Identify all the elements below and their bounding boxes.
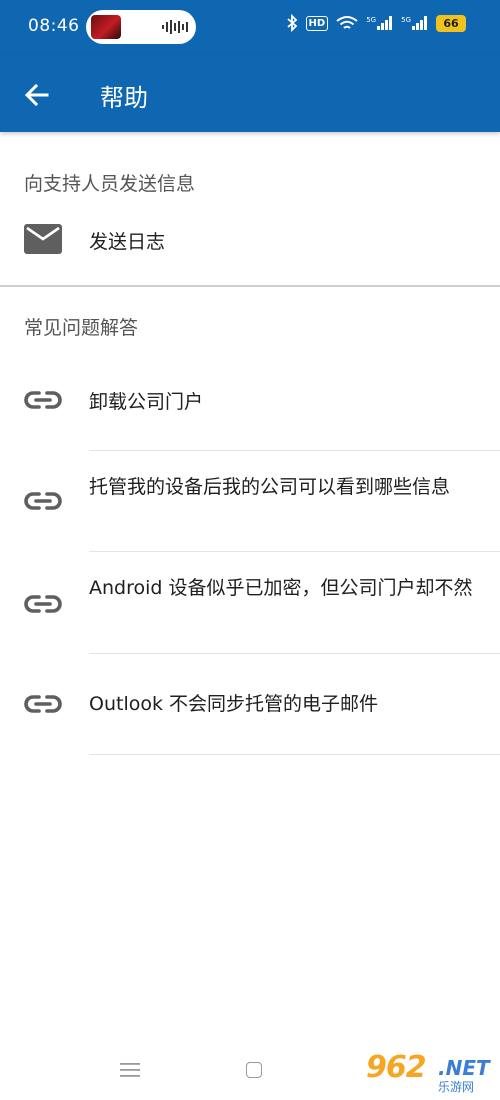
faq-item-label: Android 设备似乎已加密，但公司门户却不然 [89,577,473,599]
audio-wave-icon [162,20,188,34]
watermark-net: .NET [438,1056,490,1080]
app-bar: 帮助 [0,56,500,132]
hd-voice-badge: HD [305,15,329,31]
link-icon [24,391,62,409]
menu-lines-icon[interactable] [120,1062,140,1078]
faq-item[interactable]: Android 设备似乎已加密，但公司门户却不然 [0,552,500,652]
signal-strength-icon-2: 5G [401,16,428,30]
network-type-label: 5G [366,16,377,24]
bluetooth-icon [286,14,297,32]
watermark-brand: 962 [366,1050,427,1085]
back-arrow-icon[interactable] [20,78,54,112]
faq-item[interactable]: Outlook 不会同步托管的电子邮件 [0,654,500,754]
status-bar: 08:46 HD 5G 5G 66 [0,0,500,56]
send-log-label: 发送日志 [89,231,166,253]
section-divider [0,285,500,287]
media-playback-pill[interactable] [86,10,196,44]
faq-item-label: Outlook 不会同步托管的电子邮件 [89,693,379,715]
link-icon [24,695,62,713]
send-log-row[interactable]: 发送日志 [0,212,500,272]
mail-icon [24,224,62,254]
page-title: 帮助 [100,84,148,112]
faq-item[interactable]: 卸载公司门户 [0,362,500,446]
support-section-header: 向支持人员发送信息 [24,173,196,195]
link-icon [24,595,62,613]
faq-item[interactable]: 托管我的设备后我的公司可以看到哪些信息 [0,451,500,551]
home-square-icon[interactable] [246,1062,262,1078]
album-art-thumbnail [91,15,121,39]
item-divider [89,754,500,755]
faq-item-label: 卸载公司门户 [89,391,204,413]
faq-section-header: 常见问题解答 [24,317,139,339]
site-watermark: 962 .NET 乐游网 [364,1050,494,1094]
link-icon [24,492,62,510]
faq-item-label: 托管我的设备后我的公司可以看到哪些信息 [89,476,451,498]
network-type-label: 5G [401,16,411,24]
signal-strength-icon-1: 5G [366,16,393,30]
status-time: 08:46 [28,16,80,36]
system-nav-bar: 962 .NET 乐游网 [0,1040,500,1100]
battery-indicator: 66 [436,14,466,32]
status-icons: HD 5G 5G 66 [286,14,466,32]
watermark-sub: 乐游网 [438,1080,475,1094]
wifi-icon [336,16,358,29]
